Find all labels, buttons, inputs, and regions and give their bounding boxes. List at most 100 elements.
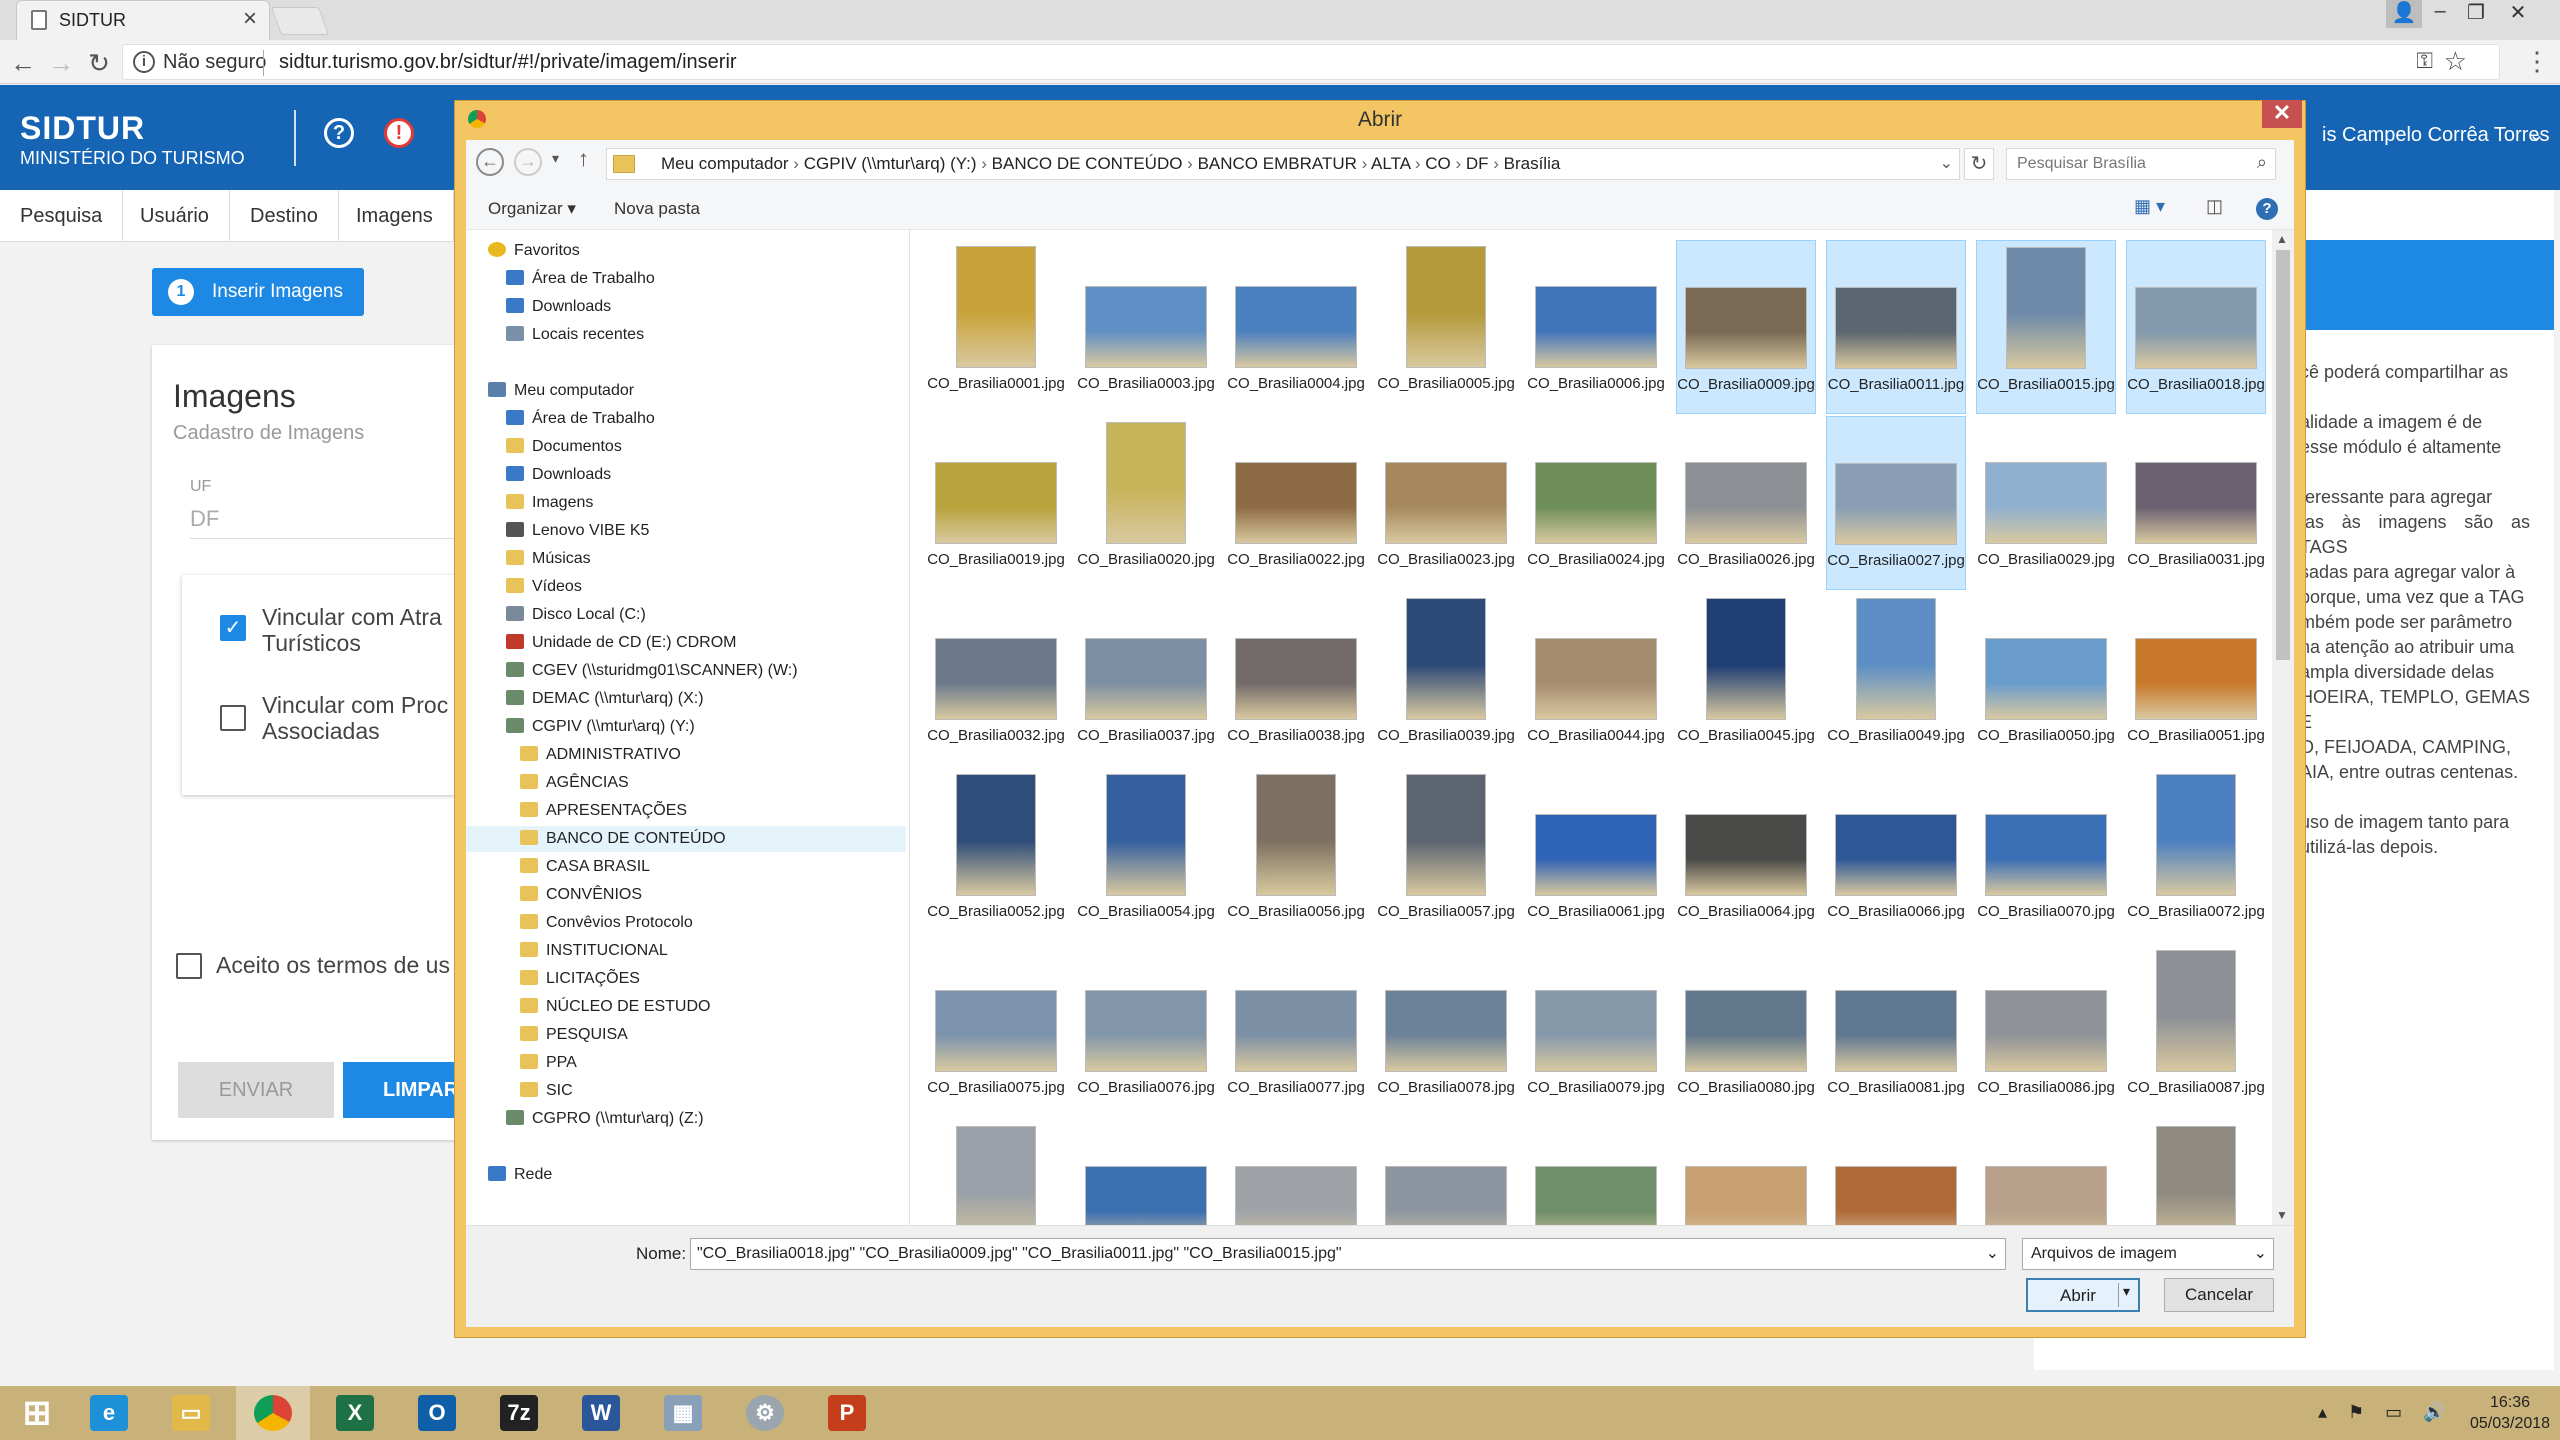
brand-logo[interactable]: SIDTUR	[20, 110, 145, 147]
breadcrumb-item[interactable]: DF	[1466, 154, 1489, 173]
breadcrumb-chevron-icon[interactable]: ›	[1182, 154, 1197, 173]
taskbar-powerpoint[interactable]: P	[810, 1386, 884, 1440]
file-item[interactable]: CO_Brasilia0079.jpg	[1526, 944, 1666, 1118]
close-window-button[interactable]: ✕	[2500, 0, 2536, 28]
browser-tab[interactable]: SIDTUR ×	[16, 0, 270, 40]
taskbar-7zip[interactable]: 7z	[482, 1386, 556, 1440]
open-button[interactable]: Abrir ▾	[2026, 1278, 2140, 1312]
file-item[interactable]: CO_Brasilia0045.jpg	[1676, 592, 1816, 766]
file-item[interactable]: CO_Brasilia0015.jpg	[1976, 240, 2116, 414]
start-button[interactable]: ⊞	[0, 1386, 74, 1440]
url-text[interactable]: sidtur.turismo.gov.br/sidtur/#!/private/…	[279, 51, 737, 74]
taskbar-explorer[interactable]: ▭	[154, 1386, 228, 1440]
link-attractions-checkbox[interactable]: ✓	[220, 615, 246, 641]
file-item[interactable]: CO_Brasilia0081.jpg	[1826, 944, 1966, 1118]
new-folder-button[interactable]: Nova pasta	[614, 199, 700, 219]
tree-item[interactable]: CGPIV (\\mtur\arq) (Y:)	[466, 714, 906, 740]
file-item[interactable]: CO_Brasilia0051.jpg	[2126, 592, 2266, 766]
tree-item[interactable]: NÚCLEO DE ESTUDO	[466, 994, 906, 1020]
file-item[interactable]: CO_Brasilia0066.jpg	[1826, 768, 1966, 942]
file-item[interactable]: CO_Brasilia0018.jpg	[2126, 240, 2266, 414]
file-item[interactable]: CO_Brasilia0029.jpg	[1976, 416, 2116, 590]
forward-icon[interactable]: →	[514, 148, 542, 176]
chevron-down-icon[interactable]: ⌄	[1986, 1243, 1999, 1263]
profile-icon[interactable]: 👤	[2386, 0, 2422, 28]
uf-field[interactable]: DF	[190, 506, 219, 532]
file-item[interactable]: CO_Brasilia0075.jpg	[926, 944, 1066, 1118]
up-folder-icon[interactable]: ↑	[578, 146, 589, 172]
file-item[interactable]: CO_Brasilia0026.jpg	[1676, 416, 1816, 590]
forward-icon[interactable]: →	[44, 46, 78, 80]
search-input[interactable]: Pesquisar Brasília ⌕	[2006, 148, 2276, 180]
file-item[interactable]: CO_Brasilia0006.jpg	[1526, 240, 1666, 414]
nav-usuario[interactable]: Usuário	[120, 190, 230, 242]
file-item[interactable]: CO_Brasilia0020.jpg	[1076, 416, 1216, 590]
tree-item[interactable]: Meu computador	[466, 378, 906, 404]
recent-locations-icon[interactable]: ▾	[552, 150, 559, 167]
tree-item[interactable]: Área de Trabalho	[466, 266, 906, 292]
tree-item[interactable]: APRESENTAÇÕES	[466, 798, 906, 824]
user-name[interactable]: is Campelo Corrêa Torres	[2322, 124, 2550, 147]
link-products-checkbox[interactable]	[220, 705, 246, 731]
file-item[interactable]: CO_Brasilia0032.jpg	[926, 592, 1066, 766]
file-item[interactable]	[926, 1120, 1066, 1225]
tree-item[interactable]: ADMINISTRATIVO	[466, 742, 906, 768]
tree-item[interactable]: Downloads	[466, 294, 906, 320]
file-item[interactable]: CO_Brasilia0070.jpg	[1976, 768, 2116, 942]
close-tab-icon[interactable]: ×	[243, 5, 257, 33]
file-item[interactable]: CO_Brasilia0072.jpg	[2126, 768, 2266, 942]
file-item[interactable]: CO_Brasilia0022.jpg	[1226, 416, 1366, 590]
file-item[interactable]: CO_Brasilia0050.jpg	[1976, 592, 2116, 766]
tree-item[interactable]: Imagens	[466, 490, 906, 516]
file-item[interactable]	[1226, 1120, 1366, 1225]
file-item[interactable]: CO_Brasilia0078.jpg	[1376, 944, 1516, 1118]
file-item[interactable]: CO_Brasilia0080.jpg	[1676, 944, 1816, 1118]
restore-button[interactable]: ❐	[2458, 0, 2494, 28]
tree-item[interactable]: PESQUISA	[466, 1022, 906, 1048]
tree-item[interactable]: CASA BRASIL	[466, 854, 906, 880]
file-item[interactable]: CO_Brasilia0076.jpg	[1076, 944, 1216, 1118]
breadcrumb-chevron-icon[interactable]: ›	[977, 154, 992, 173]
preview-pane-icon[interactable]: ◫	[2206, 196, 2223, 217]
file-item[interactable]: CO_Brasilia0031.jpg	[2126, 416, 2266, 590]
file-item[interactable]: CO_Brasilia0024.jpg	[1526, 416, 1666, 590]
file-item[interactable]	[1826, 1120, 1966, 1225]
breadcrumb-item[interactable]: CGPIV (\\mtur\arq) (Y:)	[804, 154, 977, 173]
tree-item[interactable]: PPA	[466, 1050, 906, 1076]
bookmark-star-icon[interactable]: ☆	[2444, 46, 2467, 77]
tree-item[interactable]: Downloads	[466, 462, 906, 488]
file-item[interactable]: CO_Brasilia0004.jpg	[1226, 240, 1366, 414]
back-icon[interactable]: ←	[6, 46, 40, 80]
file-item[interactable]: CO_Brasilia0038.jpg	[1226, 592, 1366, 766]
file-item[interactable]: CO_Brasilia0011.jpg	[1826, 240, 1966, 414]
file-item[interactable]: CO_Brasilia0037.jpg	[1076, 592, 1216, 766]
clock[interactable]: 16:36 05/03/2018	[2470, 1392, 2550, 1434]
view-options-icon[interactable]: ▦ ▾	[2134, 196, 2165, 217]
tree-item[interactable]: BANCO DE CONTEÚDO	[466, 826, 906, 852]
minimize-button[interactable]: –	[2422, 0, 2458, 28]
breadcrumb-chevron-icon[interactable]: ›	[789, 154, 804, 173]
file-item[interactable]	[1376, 1120, 1516, 1225]
tree-item[interactable]: AGÊNCIAS	[466, 770, 906, 796]
taskbar-word[interactable]: W	[564, 1386, 638, 1440]
file-item[interactable]	[1676, 1120, 1816, 1225]
file-type-select[interactable]: Arquivos de imagem ⌄	[2022, 1238, 2274, 1270]
file-item[interactable]: CO_Brasilia0044.jpg	[1526, 592, 1666, 766]
system-tray[interactable]: ▴ ⚑ ▭ 🔊	[2318, 1402, 2454, 1423]
taskbar-chrome[interactable]	[236, 1386, 310, 1440]
scroll-up-icon[interactable]: ▲	[2276, 232, 2288, 246]
address-bar[interactable]: i Não seguro sidtur.turismo.gov.br/sidtu…	[122, 44, 2500, 80]
tree-item[interactable]: CONVÊNIOS	[466, 882, 906, 908]
file-item[interactable]: CO_Brasilia0064.jpg	[1676, 768, 1816, 942]
tree-item[interactable]: Lenovo VIBE K5	[466, 518, 906, 544]
alert-icon[interactable]: !	[384, 118, 414, 148]
info-icon[interactable]: i	[133, 51, 155, 73]
tree-item[interactable]: SIC	[466, 1078, 906, 1104]
open-dropdown-icon[interactable]: ▾	[2118, 1283, 2130, 1307]
tree-item[interactable]: Área de Trabalho	[466, 406, 906, 432]
taskbar-outlook[interactable]: O	[400, 1386, 474, 1440]
organize-menu[interactable]: Organizar ▾	[488, 199, 576, 219]
key-icon[interactable]: ⚿	[2416, 48, 2433, 74]
send-button[interactable]: ENVIAR	[178, 1062, 334, 1118]
tree-item[interactable]: DEMAC (\\mtur\arq) (X:)	[466, 686, 906, 712]
